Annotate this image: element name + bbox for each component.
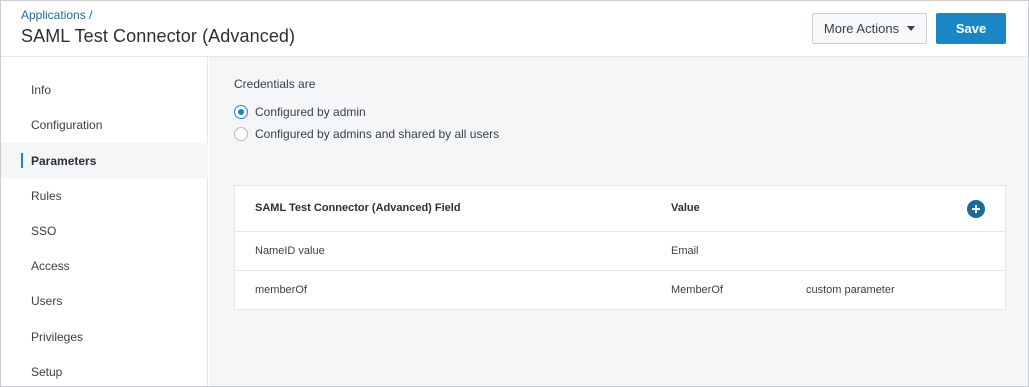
radio-button-unchecked[interactable] (234, 127, 248, 141)
app-window: Applications / SAML Test Connector (Adva… (0, 0, 1029, 387)
sidebar-item-label: Parameters (31, 153, 97, 168)
sidebar-item-parameters[interactable]: Parameters (1, 143, 208, 178)
sidebar-item-label: SSO (31, 223, 57, 238)
sidebar-item-users[interactable]: Users (1, 283, 208, 318)
cell-field: memberOf (255, 284, 307, 296)
main-content: Credentials are Configured by admin Conf… (209, 57, 1028, 386)
table-row[interactable]: memberOf MemberOf custom parameter (235, 271, 1005, 310)
radio-configured-by-admin[interactable]: Configured by admin (234, 105, 366, 119)
radio-label: Configured by admins and shared by all u… (255, 127, 500, 141)
parameters-table: SAML Test Connector (Advanced) Field Val… (234, 185, 1006, 310)
sidebar-item-label: Rules (31, 188, 62, 203)
sidebar-item-label: Info (31, 82, 52, 97)
cell-note: custom parameter (806, 284, 895, 296)
sidebar-item-label: Setup (31, 364, 63, 379)
cell-field: NameID value (255, 245, 325, 257)
radio-button-checked[interactable] (234, 105, 248, 119)
sidebar-item-privileges[interactable]: Privileges (1, 319, 208, 354)
breadcrumb-applications[interactable]: Applications / (21, 8, 92, 22)
plus-circle-icon[interactable] (967, 200, 985, 218)
sidebar-nav: Info Configuration Parameters Rules SSO … (1, 57, 208, 386)
caret-down-icon (907, 26, 916, 31)
sidebar-item-access[interactable]: Access (1, 248, 208, 283)
save-button[interactable]: Save (936, 13, 1006, 44)
active-indicator (21, 153, 23, 168)
radio-label: Configured by admin (255, 105, 366, 119)
column-header-field: SAML Test Connector (Advanced) Field (255, 202, 461, 214)
cell-value: MemberOf (671, 284, 723, 296)
radio-configured-by-admins-shared[interactable]: Configured by admins and shared by all u… (234, 127, 499, 141)
column-header-value: Value (671, 202, 700, 214)
sidebar-item-label: Users (31, 293, 63, 308)
sidebar-item-label: Configuration (31, 117, 103, 132)
page-header: Applications / SAML Test Connector (Adva… (1, 1, 1028, 57)
sidebar-item-label: Access (31, 258, 70, 273)
sidebar-item-info[interactable]: Info (1, 72, 208, 107)
more-actions-button[interactable]: More Actions (812, 13, 927, 44)
sidebar-item-setup[interactable]: Setup (1, 354, 208, 386)
more-actions-label: More Actions (823, 21, 900, 36)
table-row[interactable]: NameID value Email (235, 232, 1005, 271)
table-header: SAML Test Connector (Advanced) Field Val… (235, 186, 1005, 232)
sidebar-item-configuration[interactable]: Configuration (1, 107, 208, 142)
sidebar-item-rules[interactable]: Rules (1, 178, 208, 213)
credentials-label: Credentials are (234, 77, 316, 91)
page-title: SAML Test Connector (Advanced) (21, 26, 296, 46)
sidebar-item-sso[interactable]: SSO (1, 213, 208, 248)
sidebar-item-label: Privileges (31, 329, 84, 344)
cell-value: Email (671, 245, 699, 257)
